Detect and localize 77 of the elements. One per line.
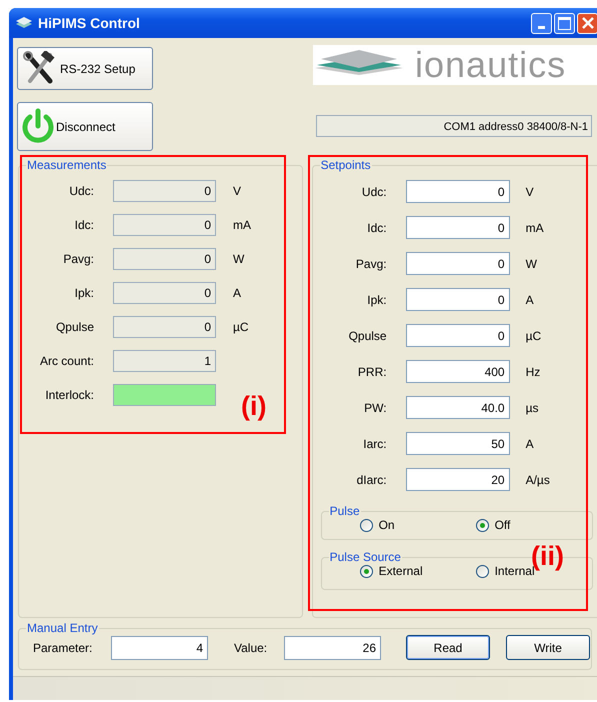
group-title: Pulse	[328, 504, 361, 518]
setup-button[interactable]: RS-232 Setup	[17, 47, 153, 90]
unit-label: A	[233, 286, 242, 300]
input-field[interactable]: 40.0	[406, 396, 510, 420]
window-title: HiPIMS Control	[38, 15, 140, 31]
unit-label: A/µs	[526, 472, 551, 487]
unit-label: A	[526, 292, 535, 307]
action-button[interactable]: Read	[406, 635, 490, 660]
field-label: dIarc:	[356, 472, 387, 487]
radio-button[interactable]	[360, 564, 373, 578]
logo: ionautics	[313, 45, 597, 85]
disconnect-button[interactable]: Disconnect	[17, 102, 153, 151]
radio-button[interactable]	[476, 518, 489, 532]
field-label: Qpulse	[348, 328, 387, 343]
connection-status: COM1 address0 38400/8-N-1	[316, 115, 592, 137]
field-label: Idc:	[74, 218, 94, 232]
annotation-label: (i)	[241, 391, 266, 422]
group-title: Manual Entry	[26, 621, 99, 636]
action-button[interactable]: Write	[506, 635, 590, 660]
tools-icon	[22, 50, 56, 86]
readout-field: 0	[113, 214, 216, 236]
unit-label: W	[526, 256, 538, 271]
input-field[interactable]: 20	[406, 468, 510, 492]
unit-label: µs	[526, 400, 540, 415]
unit-label: W	[233, 252, 246, 266]
unit-label: µC	[526, 328, 542, 343]
field-label: PW:	[363, 400, 387, 415]
group-title: Pulse Source	[328, 550, 402, 564]
power-icon	[20, 108, 56, 146]
readout-field: 0	[113, 316, 216, 338]
readout-field: 0	[113, 180, 216, 202]
readout-field: 0	[113, 282, 216, 304]
input-field[interactable]: 0	[406, 180, 510, 204]
parameter-field[interactable]: 4	[111, 636, 208, 660]
value-field[interactable]: 26	[284, 636, 381, 660]
input-field[interactable]: 0	[406, 216, 510, 240]
minimize-button[interactable]	[531, 12, 552, 34]
field-label: Pavg:	[62, 252, 94, 266]
unit-label: V	[233, 184, 242, 198]
field-label: Ipk:	[74, 286, 94, 300]
unit-label: V	[526, 184, 535, 199]
close-icon	[580, 16, 594, 30]
unit-label: Hz	[526, 364, 542, 379]
group-title: Measurements	[26, 158, 108, 172]
field-label: PRR:	[356, 364, 387, 379]
maximize-button[interactable]	[554, 12, 575, 34]
unit-label: mA	[233, 218, 252, 232]
unit-label: µC	[233, 320, 250, 334]
field-label: Udc:	[360, 184, 387, 199]
input-field[interactable]: 0	[406, 252, 510, 276]
field-label: Pavg:	[354, 256, 387, 271]
layers-icon	[15, 16, 33, 30]
close-button[interactable]	[577, 12, 597, 34]
input-field[interactable]: 50	[406, 432, 510, 456]
input-field[interactable]: 400	[406, 360, 510, 384]
field-label: Iarc:	[362, 436, 387, 451]
field-label: Value:	[234, 640, 268, 655]
radio-option[interactable]: Off	[476, 518, 592, 532]
field-label: Parameter:	[33, 640, 94, 655]
unit-label: mA	[526, 220, 545, 235]
readout-field: 0	[113, 248, 216, 270]
field-label: Arc count:	[38, 354, 94, 368]
input-field[interactable]: 0	[406, 288, 510, 312]
radio-option[interactable]: On	[360, 518, 476, 532]
field-label: Udc:	[68, 184, 94, 198]
field-label: Ipk:	[366, 292, 387, 307]
readout-field: 1	[113, 350, 216, 372]
field-label: Idc:	[366, 220, 387, 235]
field-label: Qpulse	[54, 320, 94, 334]
radio-button[interactable]	[476, 564, 489, 578]
group-title: Setpoints	[320, 158, 372, 172]
unit-label: A	[526, 436, 535, 451]
radio-option[interactable]: External	[360, 564, 476, 578]
field-label: Interlock:	[44, 388, 94, 402]
annotation-label: (ii)	[531, 541, 564, 571]
input-field[interactable]: 0	[406, 324, 510, 348]
radio-button[interactable]	[360, 518, 373, 532]
